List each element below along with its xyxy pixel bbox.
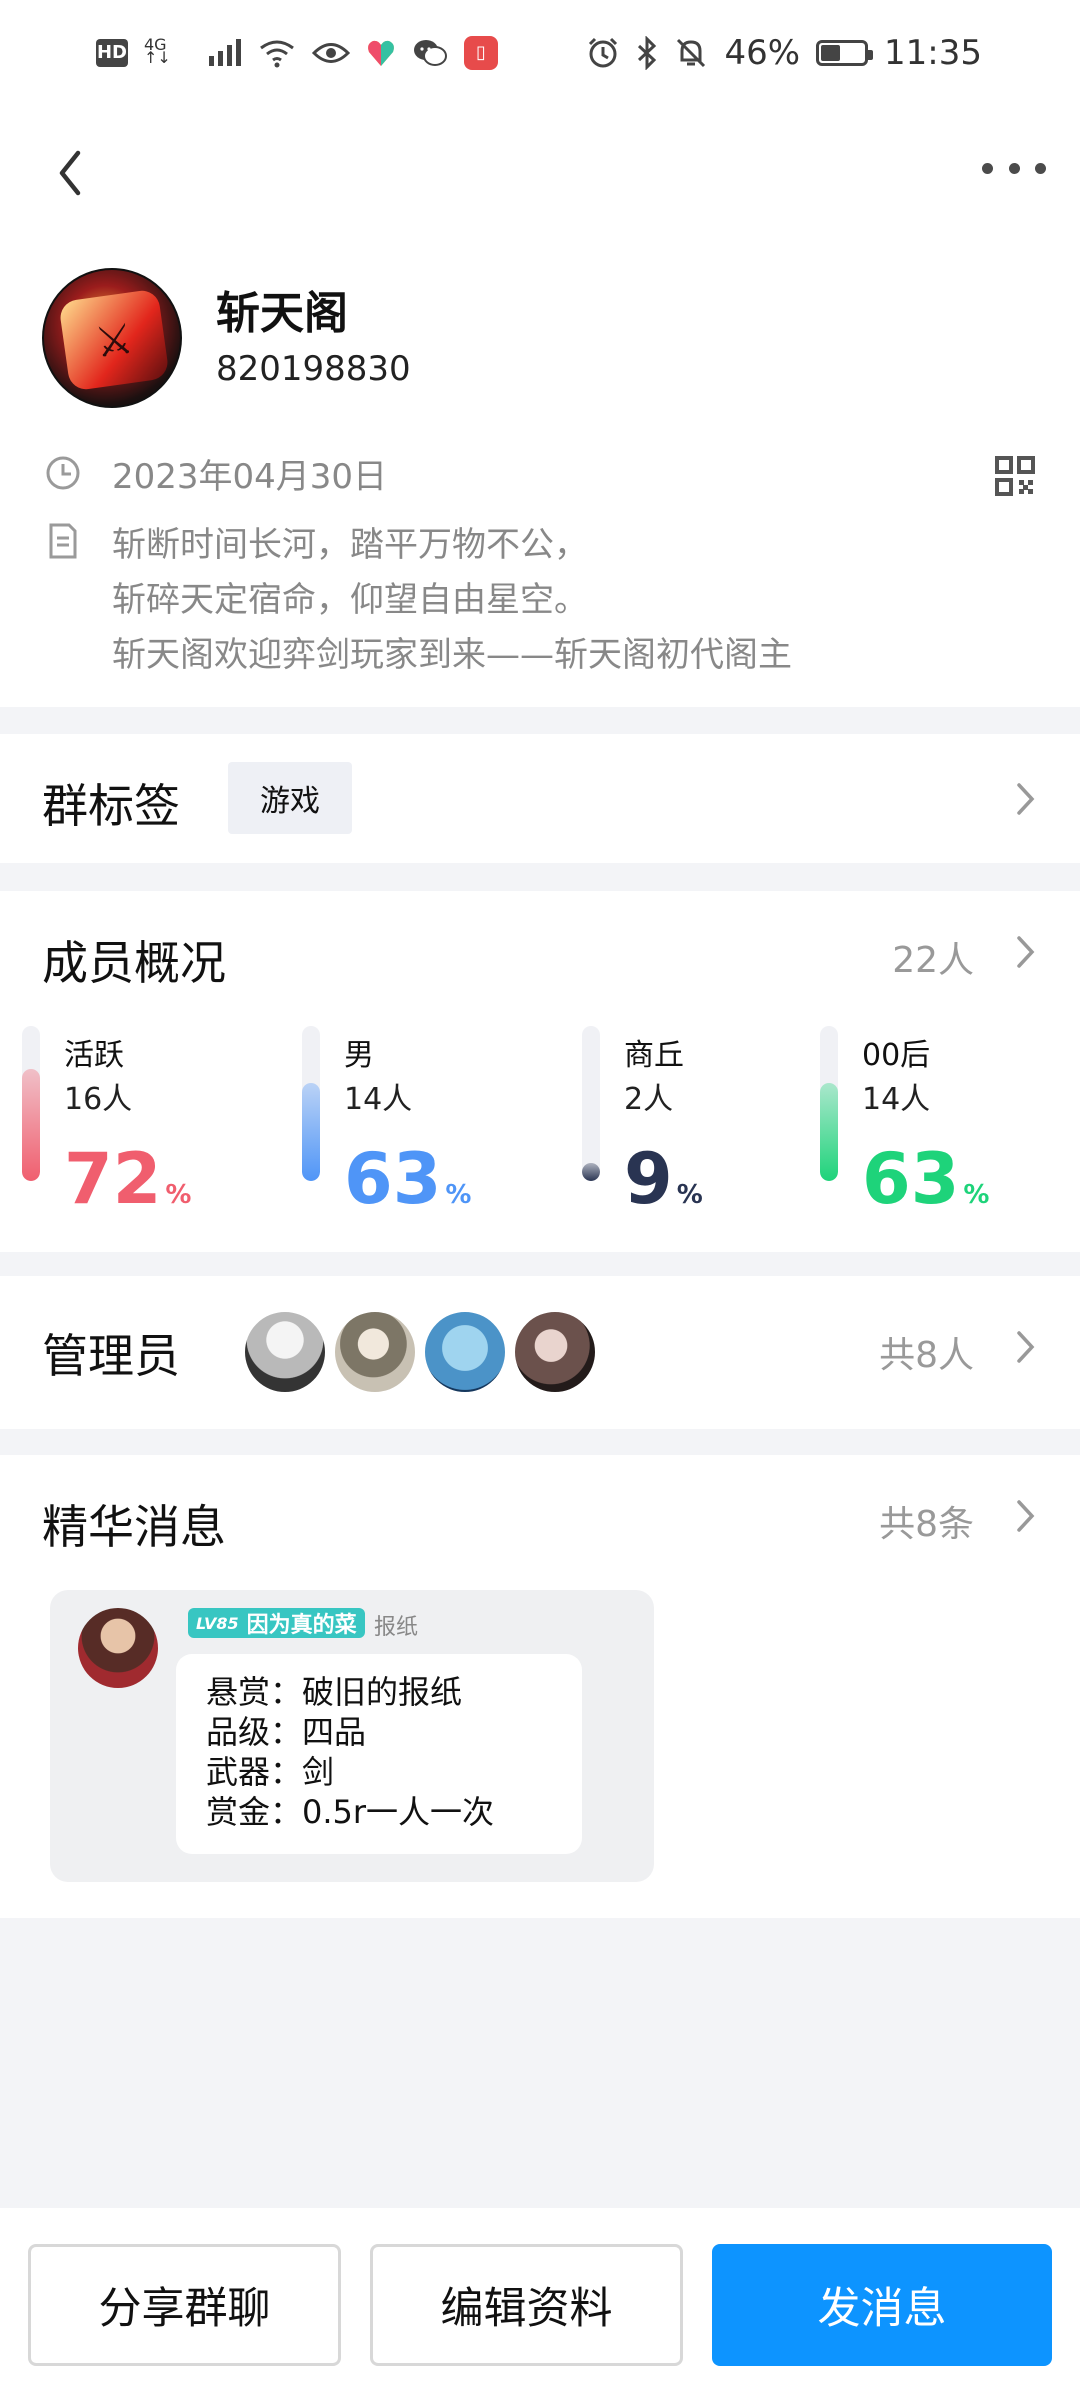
stat-label: 男	[344, 1038, 374, 1073]
essence-message-preview[interactable]: LV85 因为真的菜 报纸 悬赏：破旧的报纸 品级：四品 武器：剑 赏金：0.5…	[50, 1590, 654, 1882]
sender-name: 报纸	[374, 1615, 419, 1640]
stat-percent: 72%	[64, 1138, 192, 1220]
chevron-right-icon	[1017, 783, 1035, 815]
message-line: 悬赏：破旧的报纸	[206, 1673, 463, 1711]
edit-profile-button[interactable]: 编辑资料	[370, 2244, 683, 2366]
stat-percent: 63%	[862, 1138, 990, 1220]
battery-percent: 46%	[724, 32, 801, 73]
message-line: 武器：剑	[206, 1753, 335, 1791]
admin-avatar[interactable]	[512, 1309, 598, 1395]
stat-bar-fill	[22, 1069, 40, 1181]
stat-label: 活跃	[64, 1038, 124, 1073]
message-line: 品级：四品	[206, 1713, 367, 1751]
status-right-icons: 46% 11:35	[586, 33, 982, 73]
stat-count: 16人	[64, 1082, 133, 1117]
more-dot-icon	[1035, 162, 1046, 174]
group-id: 820198830	[216, 349, 411, 389]
admin-avatar[interactable]	[422, 1309, 508, 1395]
stat-bar-fill	[582, 1163, 600, 1181]
member-overview-card[interactable]: 成员概况 22人 活跃 16人 72% 男 14人 63% 商丘 2人 9% 0…	[0, 891, 1080, 1252]
stat-bar	[22, 1026, 40, 1181]
group-tags-title: 群标签	[42, 779, 180, 833]
essence-title: 精华消息	[42, 1500, 226, 1554]
message-bubble: 悬赏：破旧的报纸 品级：四品 武器：剑 赏金：0.5r一人一次	[176, 1654, 582, 1854]
created-date: 2023年04月30日	[112, 457, 388, 497]
send-message-button[interactable]: 发消息	[712, 2244, 1052, 2366]
sender-avatar	[78, 1608, 158, 1688]
chevron-right-icon	[1017, 936, 1035, 968]
essence-messages-card[interactable]: 精华消息 共8条 LV85 因为真的菜 报纸 悬赏：破旧的报纸 品级：四品 武器…	[0, 1455, 1080, 1918]
wechat-icon	[414, 39, 447, 66]
stat-percent: 63%	[344, 1138, 472, 1220]
admins-title: 管理员	[42, 1329, 180, 1383]
stat-age-00: 00后 14人 63%	[820, 1026, 1080, 1214]
description-line: 斩断时间长河，踏平万物不公，	[112, 525, 588, 565]
hd-icon: HD	[96, 38, 128, 67]
status-left-icons: HD 4G ↑↓ ▯	[96, 34, 498, 70]
bottom-action-bar: 分享群聊 编辑资料 发消息	[0, 2208, 1080, 2400]
description-line: 斩碎天定宿命，仰望自由星空。	[112, 580, 588, 620]
group-avatar[interactable]: ⚔	[42, 268, 182, 408]
wifi-icon	[260, 40, 294, 67]
colorful-app-icon	[368, 40, 394, 66]
clock-time: 11:35	[884, 32, 982, 73]
stat-label: 00后	[862, 1038, 931, 1073]
more-dot-icon	[982, 162, 993, 174]
status-bar: HD 4G ↑↓ ▯ 46% 11:35	[0, 0, 1080, 105]
network-icon: 4G ↑↓	[144, 34, 171, 67]
share-group-button[interactable]: 分享群聊	[28, 2244, 341, 2366]
more-options-button[interactable]	[982, 153, 1046, 183]
stat-label: 商丘	[624, 1038, 684, 1073]
document-icon	[49, 523, 77, 559]
stat-count: 14人	[862, 1082, 931, 1117]
essence-count: 共8条	[879, 1504, 974, 1545]
stat-bar-fill	[302, 1083, 320, 1181]
avatar-emblem-icon: ⚔	[58, 288, 170, 392]
stat-active: 活跃 16人 72%	[22, 1026, 282, 1214]
stat-region: 商丘 2人 9%	[582, 1026, 842, 1214]
signal-icon	[209, 38, 241, 66]
reader-app-icon: ▯	[464, 35, 498, 70]
created-date-row: 2023年04月30日	[42, 450, 1002, 505]
level-badge: LV85	[196, 1613, 239, 1633]
stat-bar	[302, 1026, 320, 1181]
back-button[interactable]	[44, 143, 104, 203]
chevron-right-icon	[1017, 1500, 1035, 1532]
alarm-icon	[589, 37, 618, 67]
stat-bar-fill	[820, 1083, 838, 1181]
stat-bar	[820, 1026, 838, 1181]
mute-bell-icon	[677, 38, 706, 67]
stat-percent: 9%	[624, 1138, 703, 1220]
more-dot-icon	[1008, 162, 1020, 174]
stat-count: 2人	[624, 1082, 674, 1117]
admins-count: 共8人	[879, 1335, 974, 1376]
group-header: ⚔ 斩天阁 820198830 2023年04月30日 斩断时间长河，踏平万物不…	[0, 235, 1080, 707]
admin-avatar[interactable]	[242, 1309, 328, 1395]
sender-title: 因为真的菜	[246, 1613, 357, 1638]
bluetooth-icon	[638, 35, 657, 70]
member-overview-title: 成员概况	[42, 936, 226, 990]
group-tags-row[interactable]: 群标签 游戏	[0, 734, 1080, 863]
group-name: 斩天阁	[216, 288, 348, 339]
stat-bar	[582, 1026, 600, 1181]
sender-title-badge: LV85 因为真的菜	[188, 1608, 365, 1638]
clock-icon	[46, 456, 80, 490]
chevron-right-icon	[1017, 1331, 1035, 1363]
description-line: 斩天阁欢迎弈剑玩家到来——斩天阁初代阁主	[112, 635, 792, 675]
group-tag: 游戏	[228, 762, 352, 834]
message-line: 赏金：0.5r一人一次	[206, 1793, 495, 1831]
qr-code-icon[interactable]	[994, 455, 1036, 497]
top-nav	[0, 105, 1080, 235]
stat-count: 14人	[344, 1082, 413, 1117]
member-total: 22人	[892, 940, 974, 981]
back-arrow-icon	[59, 150, 81, 196]
battery-icon	[816, 39, 874, 66]
eye-icon	[312, 42, 350, 63]
admins-row[interactable]: 管理员 共8人	[0, 1276, 1080, 1429]
admin-avatar[interactable]	[332, 1309, 418, 1395]
description-row: 斩断时间长河，踏平万物不公， 斩碎天定宿命，仰望自由星空。 斩天阁欢迎弈剑玩家到…	[42, 518, 1002, 683]
stat-male: 男 14人 63%	[302, 1026, 562, 1214]
group-description: 斩断时间长河，踏平万物不公， 斩碎天定宿命，仰望自由星空。 斩天阁欢迎弈剑玩家到…	[112, 518, 792, 683]
